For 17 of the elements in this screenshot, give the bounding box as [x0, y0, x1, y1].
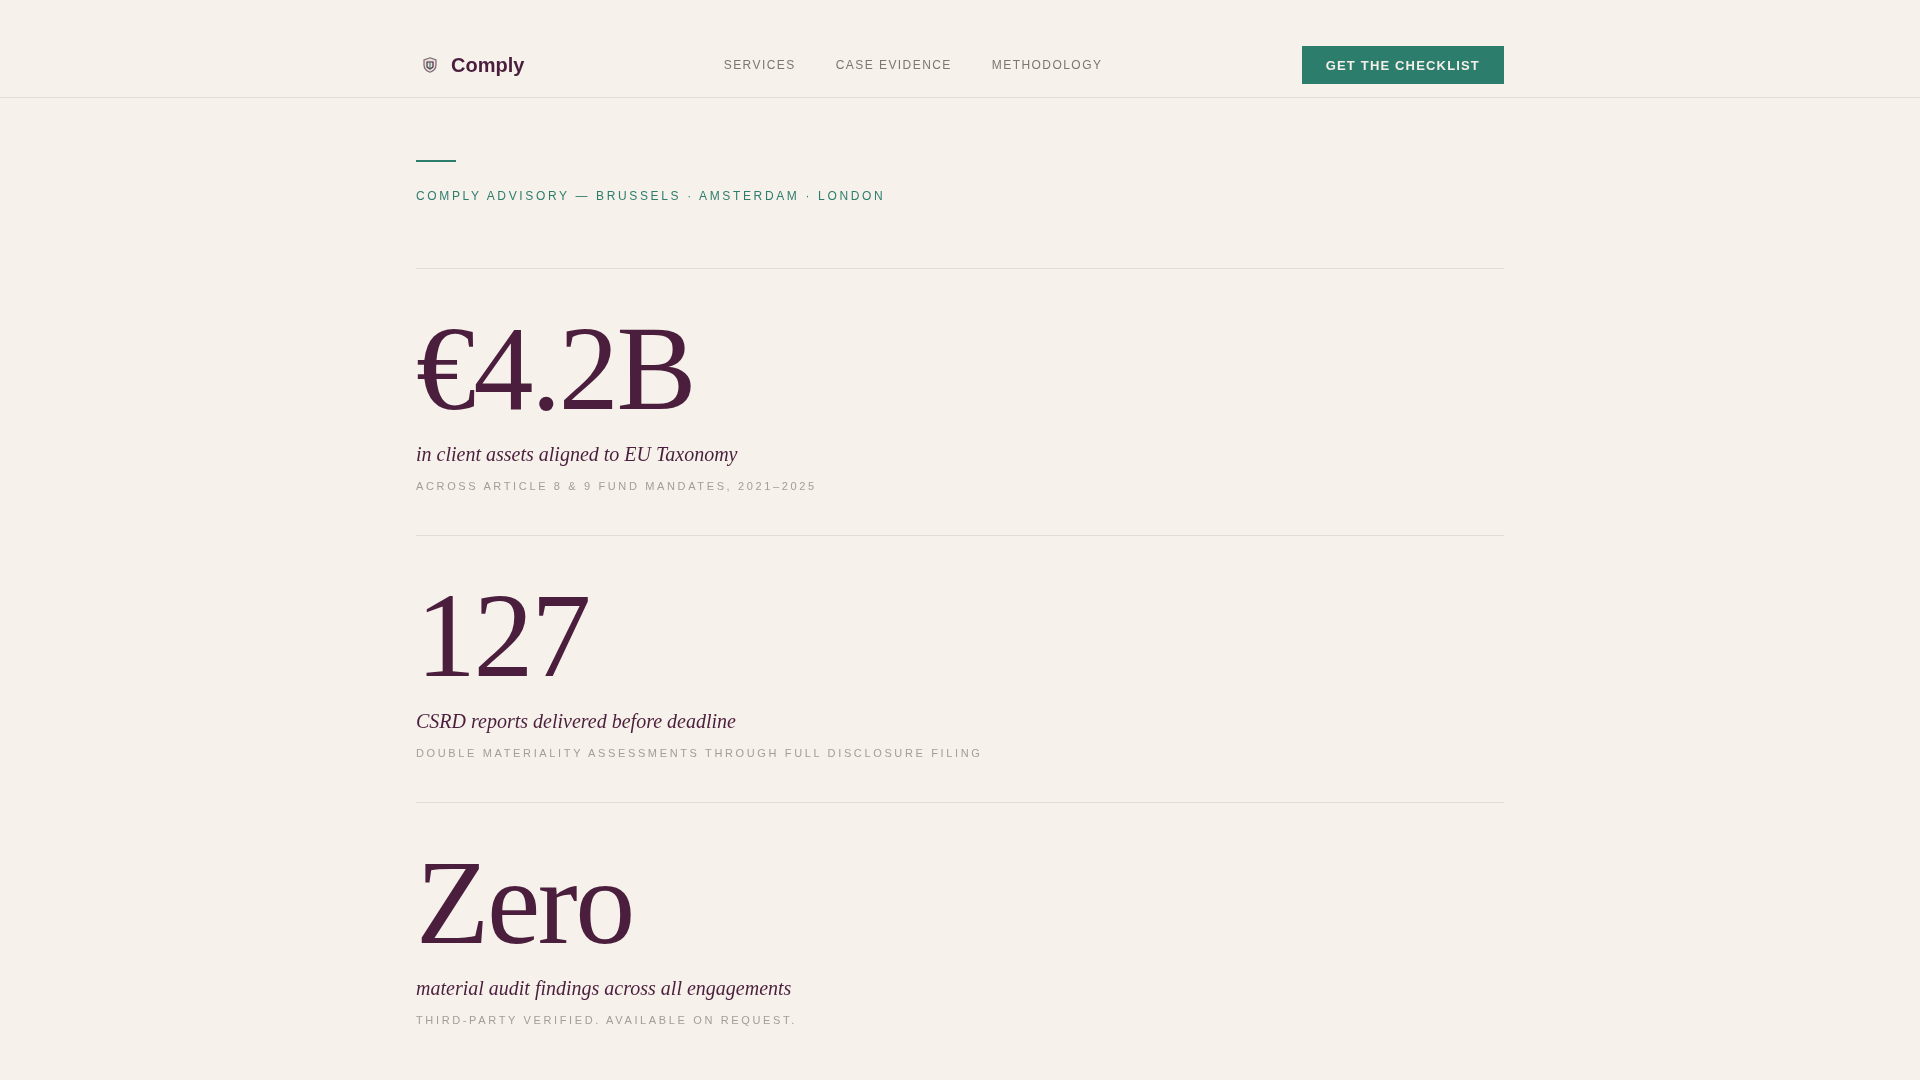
eyebrow-text: COMPLY ADVISORY — BRUSSELS · AMSTERDAM · LONDON — [416, 188, 886, 204]
brand-name[interactable]: Comply — [451, 53, 525, 77]
stat-value: Zero — [416, 843, 633, 963]
nav-link[interactable]: METHODOLOGY — [991, 57, 1103, 73]
stat-note: ACROSS ARTICLE 8 & 9 FUND MANDATES, 2021–2025 — [416, 479, 817, 494]
stat-caption: in client assets aligned to EU Taxonomy — [416, 442, 738, 468]
stat-value: 127 — [416, 576, 589, 696]
stat-caption: CSRD reports delivered before deadline — [416, 709, 736, 735]
accent-rule — [416, 160, 456, 162]
stat-value: €4.2B — [416, 309, 695, 429]
stat-caption: material audit findings across all engagements — [416, 976, 792, 1002]
stat-note: THIRD-PARTY VERIFIED. AVAILABLE ON REQUEST. — [416, 1013, 797, 1028]
stat-note: DOUBLE MATERIALITY ASSESSMENTS THROUGH FULL DISCLOSURE FILING — [416, 746, 983, 761]
nav-link[interactable]: SERVICES — [723, 57, 796, 73]
shield-icon — [423, 57, 437, 73]
get-checklist-button[interactable]: GET THE CHECKLIST — [1301, 46, 1504, 84]
nav-link[interactable]: CASE EVIDENCE — [835, 57, 952, 73]
